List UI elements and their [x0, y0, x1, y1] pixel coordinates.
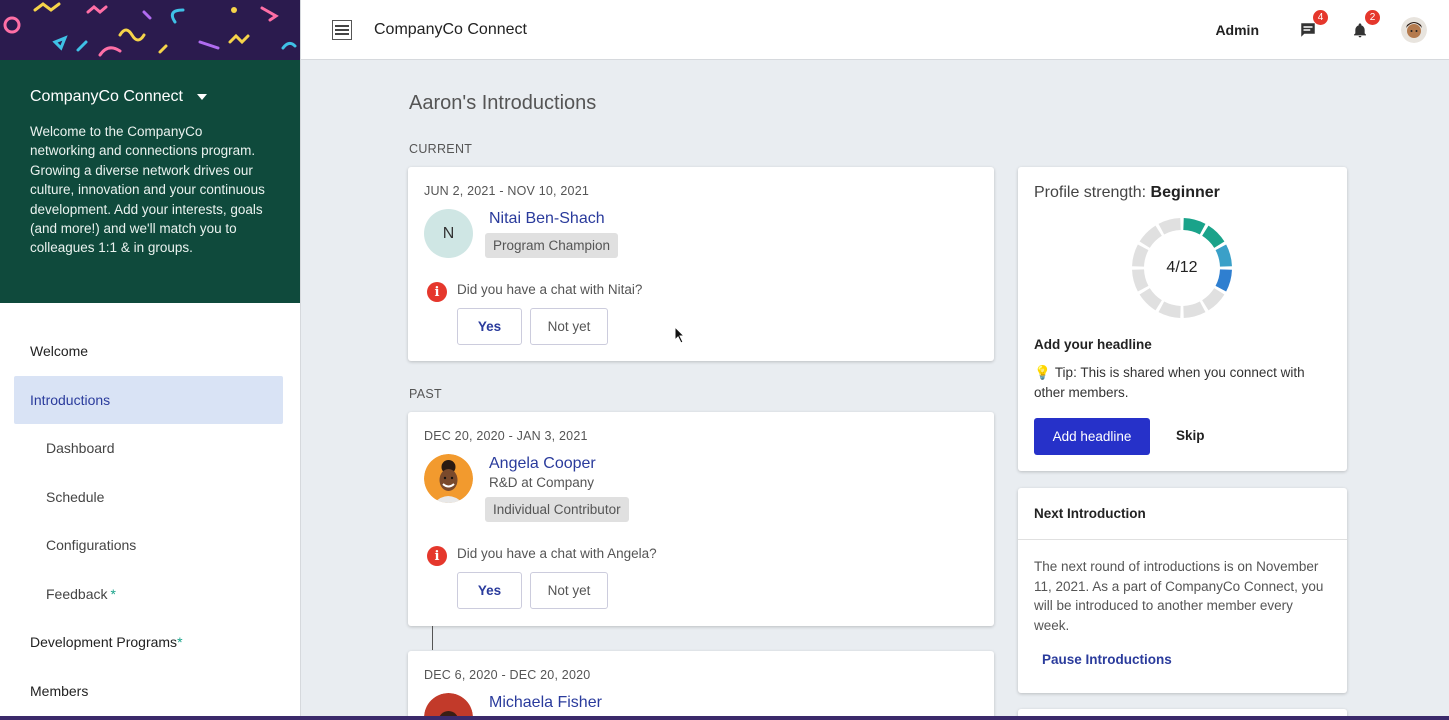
nav-label: Development Programs	[30, 634, 178, 651]
program-title: CompanyCo Connect	[30, 88, 183, 105]
alert-icon: i	[427, 282, 447, 302]
tip-text: Tip: This is shared when you connect wit…	[1034, 365, 1305, 400]
app-title: CompanyCo Connect	[374, 20, 527, 38]
program-switcher[interactable]: CompanyCo Connect	[30, 88, 270, 106]
notifications-button[interactable]: 2	[1349, 10, 1380, 41]
nav-item-development-programs[interactable]: Development Programs *	[14, 618, 283, 667]
admin-link[interactable]: Admin	[1215, 22, 1259, 38]
required-star: *	[110, 585, 116, 602]
nav-item-members[interactable]: Members	[14, 667, 283, 716]
nav-label: Schedule	[46, 488, 105, 505]
decorative-banner	[0, 0, 300, 60]
nav-label: Dashboard	[46, 440, 115, 457]
person-name-link[interactable]: Angela Cooper	[489, 455, 596, 473]
current-section-label: CURRENT	[409, 142, 473, 156]
messages-button[interactable]: 4	[1297, 10, 1328, 41]
headline-tip: 💡 Tip: This is shared when you connect wi…	[1034, 363, 1334, 402]
messages-badge: 4	[1313, 10, 1328, 25]
person-name-link[interactable]: Nitai Ben-Shach	[489, 210, 605, 228]
next-introduction-card: Next Introduction The next round of intr…	[1018, 488, 1347, 693]
pause-introductions-link[interactable]: Pause Introductions	[1042, 652, 1172, 667]
past-intro-card: DEC 6, 2020 - DEC 20, 2020 Michaela Fish…	[408, 651, 994, 720]
nav-label: Members	[30, 682, 89, 699]
bell-icon	[1354, 23, 1366, 38]
chat-question: Did you have a chat with Nitai?	[457, 282, 643, 297]
nav-item-introductions[interactable]: Introductions	[14, 375, 283, 424]
nav-item-welcome[interactable]: Welcome	[14, 327, 283, 376]
avatar: N	[424, 209, 473, 258]
nav-label: Introductions	[30, 391, 111, 408]
user-avatar[interactable]	[1401, 17, 1427, 43]
intro-date: DEC 20, 2020 - JAN 3, 2021	[424, 429, 588, 443]
nav-item-dashboard[interactable]: Dashboard	[14, 424, 283, 473]
role-tag: Program Champion	[485, 233, 619, 258]
alert-icon: i	[427, 546, 447, 566]
person-role: R&D at Company	[489, 475, 595, 490]
strength-value: Beginner	[1150, 184, 1220, 201]
nav-label: Feedback	[46, 585, 108, 602]
mouse-cursor-icon	[674, 326, 686, 344]
next-intro-title: Next Introduction	[1018, 488, 1347, 540]
intro-date: DEC 6, 2020 - DEC 20, 2020	[424, 668, 591, 682]
profile-strength-card: Profile strength: Beginner 4/12 Add your…	[1018, 167, 1347, 471]
headline-title: Add your headline	[1034, 337, 1152, 352]
program-panel: CompanyCo Connect Welcome to the Company…	[0, 60, 300, 303]
nav-item-feedback[interactable]: Feedback *	[14, 570, 283, 619]
add-headline-button[interactable]: Add headline	[1034, 418, 1150, 455]
notifications-badge: 2	[1365, 10, 1380, 25]
sidebar-nav: Welcome Introductions Dashboard Schedule…	[0, 303, 300, 715]
past-intro-card: DEC 20, 2020 - JAN 3, 2021 Angela Cooper…	[408, 412, 994, 626]
chat-icon	[1301, 23, 1315, 37]
caret-down-icon	[196, 94, 207, 100]
nav-item-configurations[interactable]: Configurations	[14, 521, 283, 570]
yes-button[interactable]: Yes	[457, 308, 522, 345]
person-name-link[interactable]: Michaela Fisher	[489, 694, 602, 712]
required-star: *	[177, 634, 183, 651]
progress-text: 4/12	[1166, 259, 1198, 276]
chat-question: Did you have a chat with Angela?	[457, 546, 657, 561]
top-bar: CompanyCo Connect Admin 4 2	[301, 0, 1449, 60]
program-description: Welcome to the CompanyCo networking and …	[30, 124, 265, 256]
not-yet-button[interactable]: Not yet	[530, 572, 608, 609]
nav-label: Welcome	[30, 343, 89, 360]
yes-button[interactable]: Yes	[457, 572, 522, 609]
avatar-initial: N	[442, 224, 455, 242]
company-logo-icon	[332, 19, 352, 40]
lightbulb-icon: 💡	[1034, 365, 1051, 380]
avatar	[424, 454, 473, 503]
next-intro-body: The next round of introductions is on No…	[1034, 559, 1324, 633]
strength-label: Profile strength:	[1034, 184, 1147, 201]
bottom-edge	[0, 716, 1449, 720]
past-section-label: PAST	[409, 387, 442, 401]
nav-item-schedule[interactable]: Schedule	[14, 473, 283, 522]
nav-label: Configurations	[46, 537, 137, 554]
role-tag: Individual Contributor	[485, 497, 629, 522]
not-yet-button[interactable]: Not yet	[530, 308, 608, 345]
sidebar: CompanyCo Connect Welcome to the Company…	[0, 0, 301, 720]
timeline-line	[432, 626, 433, 650]
profile-strength-title: Profile strength: Beginner	[1034, 184, 1220, 202]
current-intro-card: JUN 2, 2021 - NOV 10, 2021 N Nitai Ben-S…	[408, 167, 994, 361]
page-title: Aaron's Introductions	[409, 92, 597, 114]
intro-date: JUN 2, 2021 - NOV 10, 2021	[424, 184, 590, 198]
skip-button[interactable]: Skip	[1176, 428, 1205, 443]
